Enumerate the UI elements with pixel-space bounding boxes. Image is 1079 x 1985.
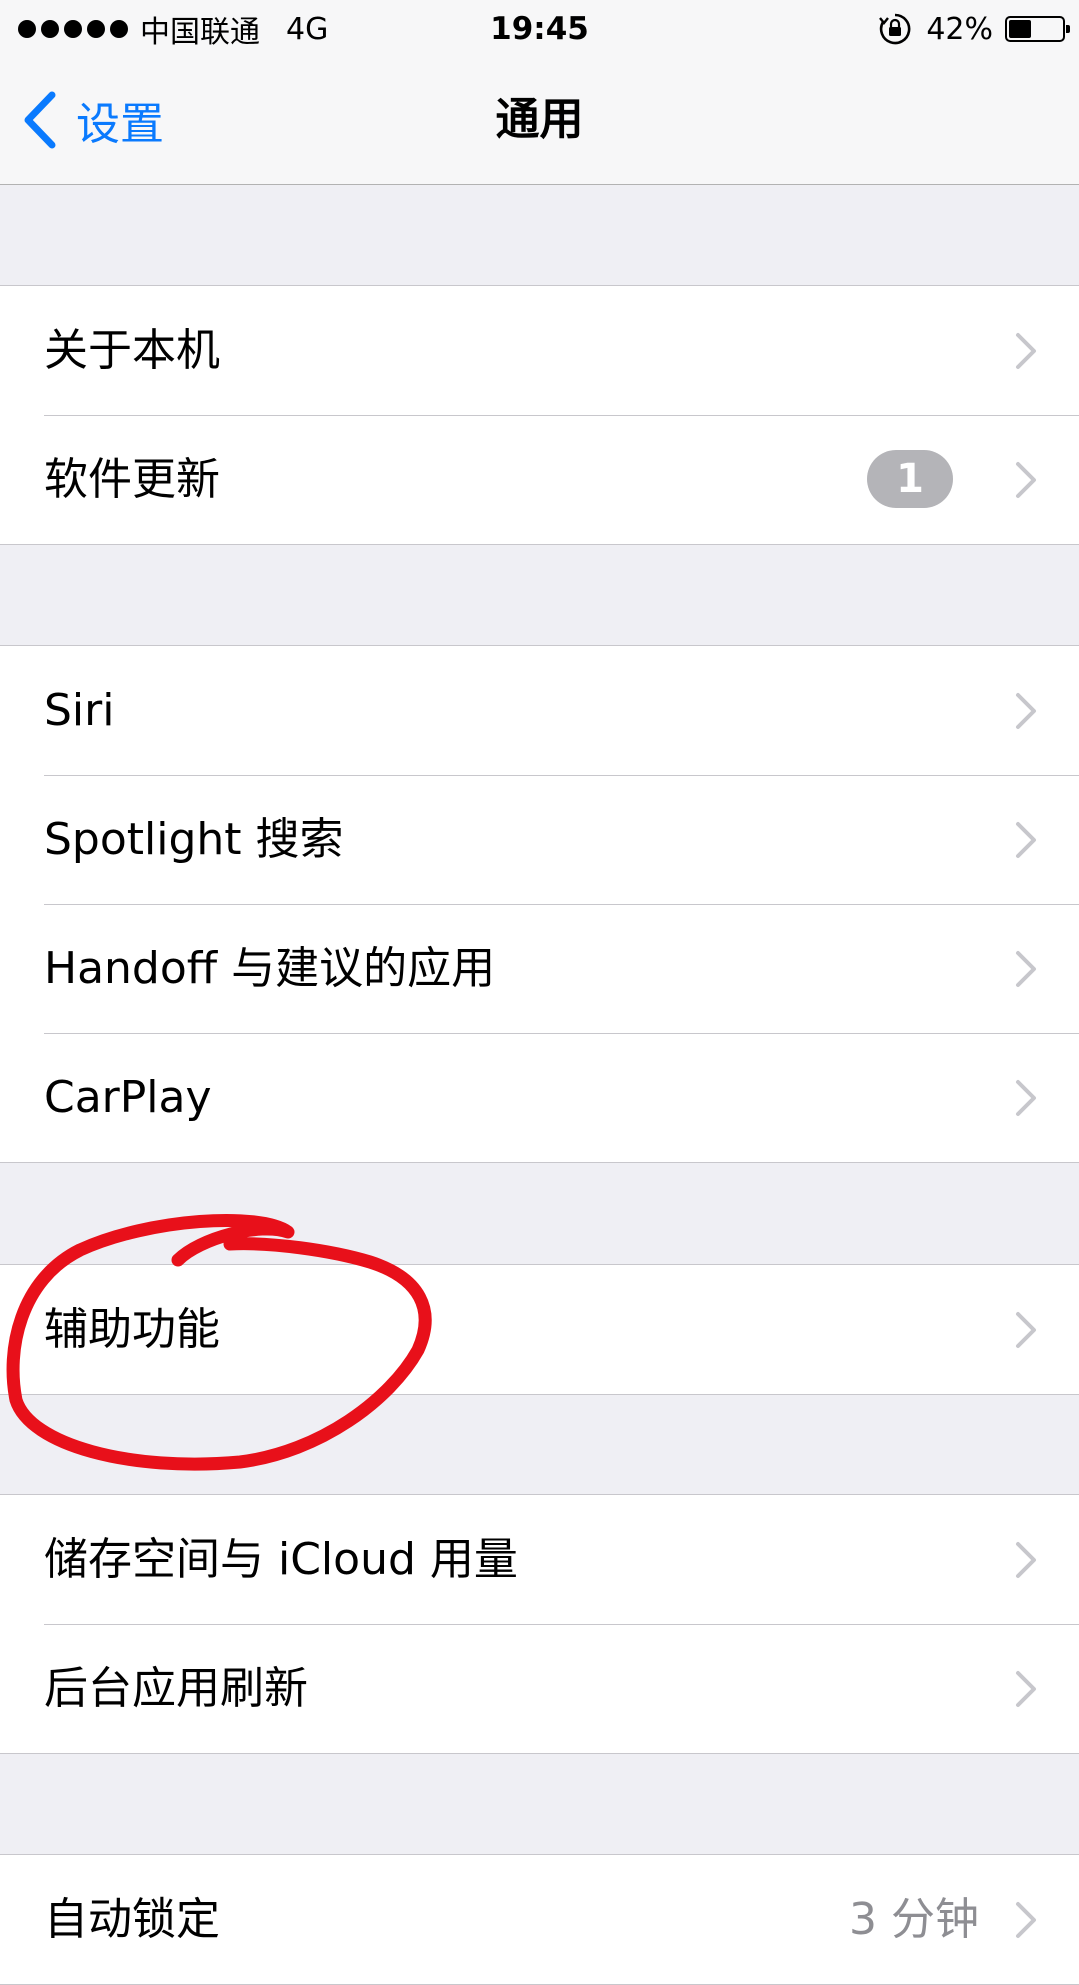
row-software-update[interactable]: 软件更新 1 (0, 415, 1079, 544)
row-label: Siri (44, 685, 115, 736)
nav-bar: 设置 通用 (0, 58, 1079, 185)
settings-group-about: 关于本机 软件更新 1 (0, 285, 1079, 545)
page-title: 通用 (495, 94, 584, 145)
chevron-right-icon (1016, 1542, 1036, 1578)
battery-percent: 42% (926, 11, 993, 47)
settings-group-siri: Siri Spotlight 搜索 Handoff 与建议的应用 CarPlay (0, 645, 1079, 1163)
row-background-refresh[interactable]: 后台应用刷新 (0, 1624, 1079, 1753)
row-label: 软件更新 (44, 454, 220, 505)
update-count-badge: 1 (867, 450, 953, 508)
row-carplay[interactable]: CarPlay (0, 1033, 1079, 1162)
row-label: 辅助功能 (44, 1304, 220, 1355)
row-accessibility[interactable]: 辅助功能 (0, 1265, 1079, 1394)
row-label: Spotlight 搜索 (44, 814, 344, 865)
row-handoff[interactable]: Handoff 与建议的应用 (0, 904, 1079, 1033)
settings-group-accessibility: 辅助功能 (0, 1264, 1079, 1395)
status-bar-right: 42% (878, 8, 1070, 50)
chevron-right-icon (1016, 822, 1036, 858)
row-label: 后台应用刷新 (44, 1663, 308, 1714)
settings-group-storage: 储存空间与 iCloud 用量 后台应用刷新 (0, 1494, 1079, 1754)
chevron-right-icon (1016, 333, 1036, 369)
row-about-device[interactable]: 关于本机 (0, 286, 1079, 415)
row-spotlight-search[interactable]: Spotlight 搜索 (0, 775, 1079, 904)
rotation-lock-icon (879, 13, 911, 45)
chevron-right-icon (1016, 951, 1036, 987)
row-label: 储存空间与 iCloud 用量 (44, 1534, 518, 1585)
chevron-right-icon (1016, 1080, 1036, 1116)
row-label: 关于本机 (44, 325, 220, 376)
chevron-right-icon (1016, 1312, 1036, 1348)
row-label: CarPlay (44, 1072, 212, 1123)
battery-icon (1005, 16, 1070, 42)
row-label: Handoff 与建议的应用 (44, 943, 496, 994)
chevron-right-icon (1016, 693, 1036, 729)
battery-fill (1009, 20, 1031, 38)
status-bar: 中国联通 4G 19:45 42% (0, 0, 1079, 58)
chevron-right-icon (1016, 462, 1036, 498)
chevron-right-icon (1016, 1671, 1036, 1707)
row-storage-icloud[interactable]: 储存空间与 iCloud 用量 (0, 1495, 1079, 1624)
chevron-right-icon (1016, 1902, 1036, 1938)
row-siri[interactable]: Siri (0, 646, 1079, 775)
